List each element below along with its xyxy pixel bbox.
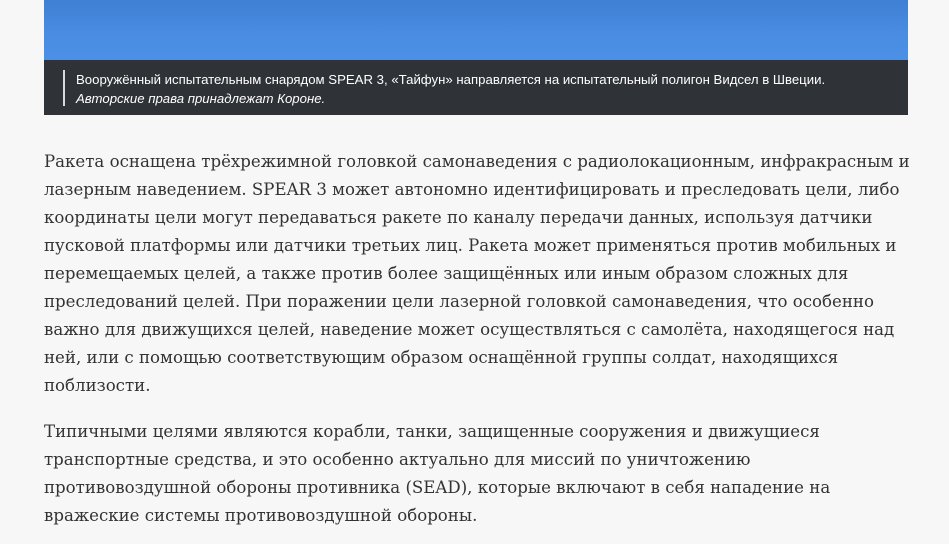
article-paragraph-1: Ракета оснащена трёхрежимной головкой са… [44, 152, 910, 395]
article-body: Ракета оснащена трёхрежимной головкой са… [44, 148, 916, 544]
article-paragraph-2: Типичными целями являются корабли, танки… [44, 422, 831, 525]
article-figure: Вооружённый испытательным снарядом SPEAR… [44, 0, 908, 115]
caption-credit: Авторские права принадлежат Короне. [76, 91, 326, 106]
article-page: Вооружённый испытательным снарядом SPEAR… [0, 0, 949, 544]
caption-text: Вооружённый испытательным снарядом SPEAR… [76, 72, 826, 87]
caption-accent-bar [63, 70, 65, 106]
figure-caption: Вооружённый испытательным снарядом SPEAR… [44, 60, 908, 115]
aircraft-photo [44, 0, 908, 60]
